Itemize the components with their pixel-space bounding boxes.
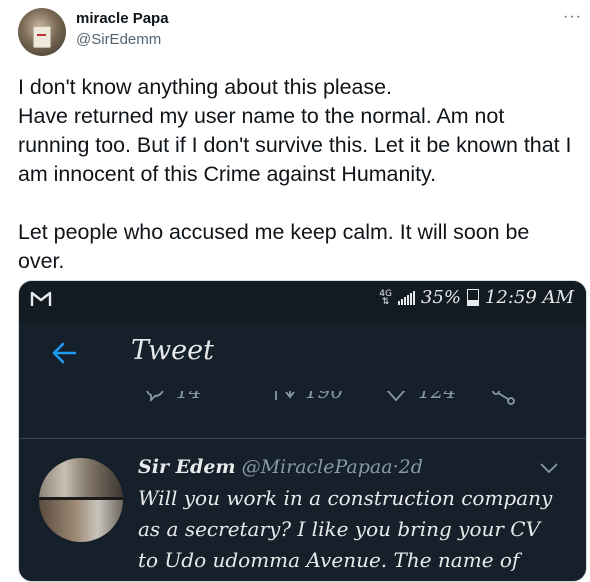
quoted-author-name[interactable]: Sir Edem [138, 456, 236, 478]
reply-action[interactable]: 14 [144, 391, 201, 403]
like-count: 124 [418, 391, 457, 403]
divider [19, 438, 586, 439]
avatar-photo [33, 26, 51, 48]
like-action[interactable]: 124 [384, 391, 456, 403]
tweet-text: I don't know anything about this please.… [18, 75, 572, 273]
screen-header: Tweet [19, 323, 586, 383]
retweet-icon [275, 391, 295, 400]
reply-icon [146, 391, 164, 402]
author-name[interactable]: miracle Papa [76, 10, 169, 27]
gmail-icon [30, 291, 52, 306]
more-options-icon[interactable]: ··· [563, 8, 582, 26]
retweet-action[interactable]: 190 [271, 391, 343, 403]
battery-percent: 35% [420, 287, 461, 308]
share-icon [492, 391, 515, 405]
quoted-author-avatar[interactable] [39, 458, 123, 542]
chevron-down-icon[interactable] [539, 461, 559, 475]
quoted-tweet-header: Sir Edem @MiraclePapaa·2d [138, 453, 578, 481]
retweet-count: 190 [305, 391, 344, 403]
attached-screenshot[interactable]: 4G ⇅ 35% 12:59 AM Tweet 14 190 124 Sir E… [18, 280, 587, 582]
quoted-tweet[interactable]: Sir Edem @MiraclePapaa·2d Will you work … [138, 453, 578, 576]
quoted-timestamp: 2d [398, 456, 423, 478]
back-arrow-icon[interactable] [51, 341, 77, 365]
clock-time: 12:59 AM [484, 287, 574, 308]
author-handle[interactable]: @SirEdemm [76, 31, 161, 48]
quoted-tweet-text: Will you work in a construction company … [138, 486, 553, 572]
battery-icon [466, 289, 479, 306]
author-avatar[interactable] [18, 8, 66, 56]
share-action[interactable] [491, 391, 517, 405]
phone-status-bar: 4G ⇅ 35% 12:59 AM [19, 281, 586, 323]
like-icon [386, 391, 406, 402]
quoted-author-handle[interactable]: @MiraclePapaa [242, 456, 393, 478]
tweet-action-bar: 14 190 124 [19, 391, 586, 413]
screen-title: Tweet [131, 335, 214, 366]
network-indicator: 4G ⇅ [379, 289, 392, 307]
signal-strength-icon [397, 290, 415, 305]
data-arrows-icon: ⇅ [381, 296, 390, 307]
reply-count: 14 [176, 391, 202, 403]
